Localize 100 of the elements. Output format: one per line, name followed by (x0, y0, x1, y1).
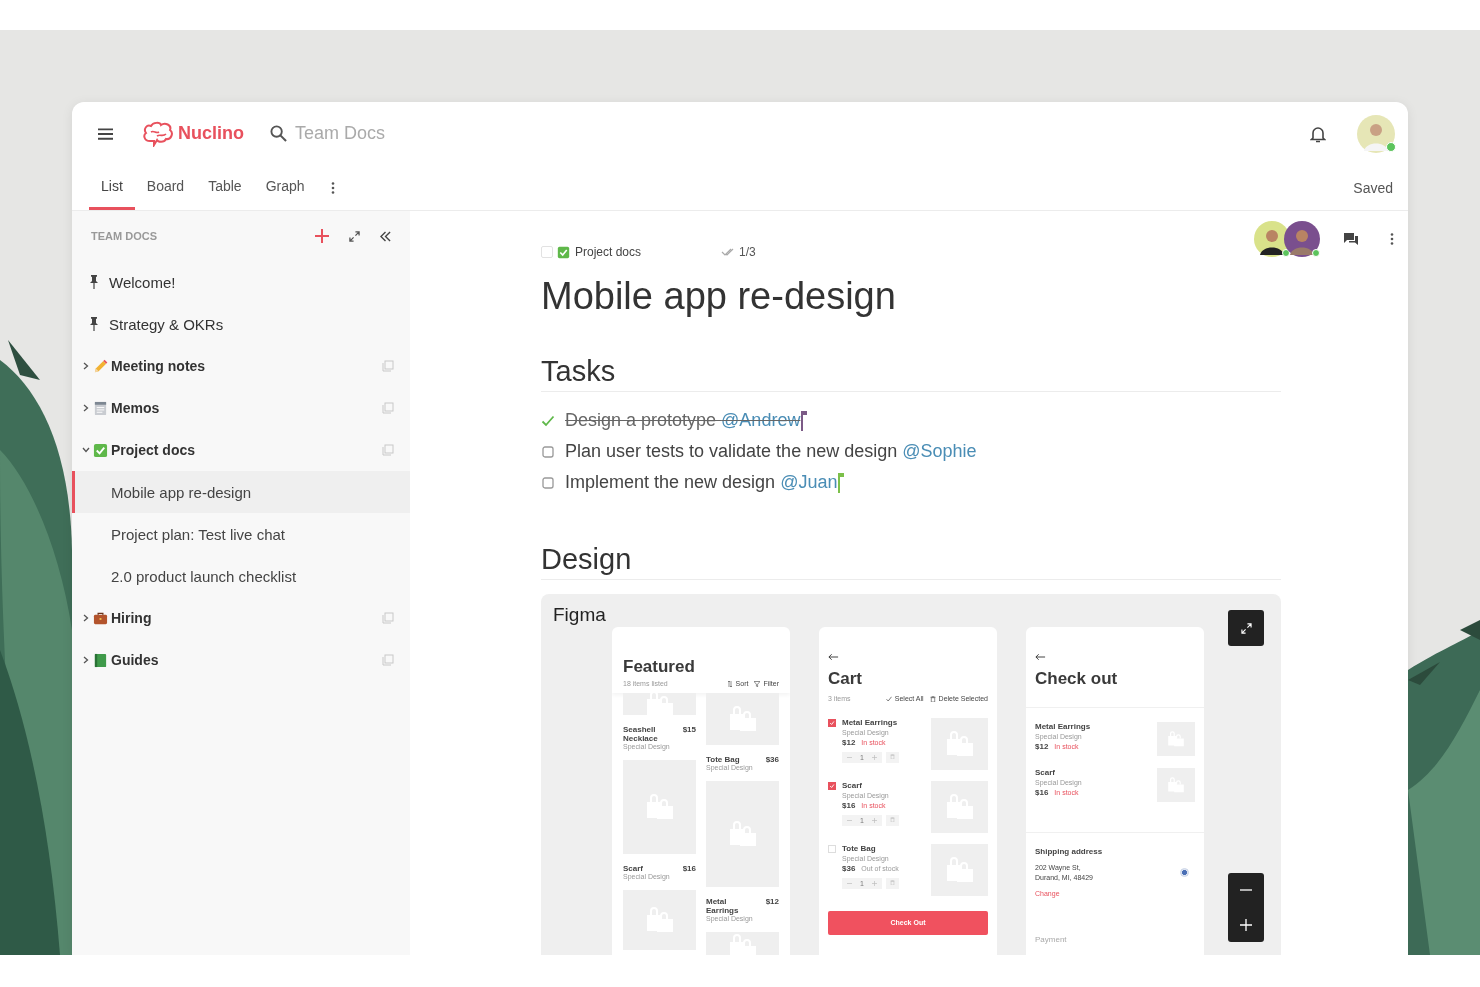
plus-icon (871, 818, 877, 823)
plus-icon (871, 755, 877, 760)
sidebar-item[interactable]: Project plan: Test live chat (72, 513, 410, 555)
product-name: Metal Earrings (842, 718, 898, 727)
product-price: $12 (765, 897, 779, 906)
plus-icon (871, 881, 877, 886)
checkbox[interactable] (541, 475, 555, 490)
product-price: $16 (842, 801, 856, 810)
checkmark-icon (885, 695, 892, 702)
product-price: $16 (682, 864, 696, 873)
minus-icon (847, 755, 852, 760)
section-heading: Design (541, 540, 1281, 580)
screen-title: Check out (1035, 669, 1119, 689)
sidebar-item[interactable]: Hiring (72, 597, 410, 639)
document-title: Mobile app re-design (541, 274, 897, 319)
sidebar-item[interactable]: Meeting notes (72, 345, 410, 387)
trash-icon (889, 754, 895, 759)
pin-icon (89, 317, 99, 331)
product-price: $12 (842, 738, 856, 747)
product-price: $15 (682, 725, 696, 734)
product-name: Metal Earrings (1035, 722, 1092, 731)
task-count: 1/3 (739, 245, 756, 259)
product-name: Scarf (623, 864, 644, 873)
minus-icon (847, 818, 852, 823)
product-name: Metal Earrings (706, 897, 740, 915)
view-tab[interactable]: Board (134, 165, 197, 210)
checkbox[interactable] (541, 444, 555, 459)
task-text: Plan user tests to validate the new design @Sophie (565, 441, 977, 462)
checkmark-icon (721, 248, 736, 256)
back-arrow-icon (1035, 653, 1046, 661)
figma-embed[interactable] (541, 594, 1281, 955)
search-field[interactable]: Team Docs (295, 123, 455, 144)
sidebar-item[interactable]: Mobile app re-design (72, 471, 410, 513)
chevron-icon[interactable] (83, 656, 89, 664)
trash-icon (889, 880, 895, 885)
sidebar-item[interactable]: Memos (72, 387, 410, 429)
product-name: Scarf (842, 781, 862, 790)
checkbox-icon[interactable] (541, 246, 553, 258)
minus-icon (847, 881, 852, 886)
search-icon (270, 125, 287, 142)
product-price: $16 (1035, 788, 1049, 797)
back-arrow-icon (828, 653, 839, 661)
sort-icon (726, 680, 733, 687)
screen-title: Cart (828, 669, 863, 689)
product-price: $12 (1035, 742, 1049, 751)
view-tab[interactable]: Graph (253, 165, 317, 210)
expand-icon (1240, 622, 1252, 634)
section-heading: Payment (1035, 935, 1068, 944)
section-heading: Tasks (541, 352, 1281, 392)
filter-icon (754, 680, 761, 687)
expand-icon[interactable] (349, 230, 360, 242)
trash-icon (929, 695, 936, 702)
chevron-icon[interactable] (82, 447, 90, 453)
mention-link[interactable]: @Andrew (721, 410, 801, 430)
task-text: Design a prototype @Andrew (565, 410, 801, 431)
checkmark-icon[interactable] (541, 413, 555, 428)
checkbox-icon (93, 442, 108, 458)
more-icon[interactable] (330, 181, 335, 194)
trash-icon (889, 817, 895, 822)
section-heading: Shipping address (1035, 847, 1104, 856)
sidebar-item[interactable]: 2.0 product launch checklist (72, 555, 410, 597)
product-name: Tote Bag (706, 755, 741, 764)
screen-title: Featured (623, 657, 696, 677)
checkbox-icon (557, 245, 570, 259)
product-price: $36 (842, 864, 856, 873)
menu-icon[interactable] (98, 127, 113, 140)
sidebar-item[interactable]: Strategy & OKRs (72, 303, 410, 345)
sidebar-item[interactable]: Guides (72, 639, 410, 681)
logo-text: Nuclino (178, 123, 244, 144)
product-name: Tote Bag (842, 844, 876, 853)
embed-label: Figma (553, 604, 606, 626)
sidebar-title: TEAM DOCS (91, 230, 157, 242)
task-text: Implement the new design @Juan (565, 472, 838, 493)
notepad-icon (93, 400, 108, 416)
brain-icon (142, 120, 174, 147)
comments-icon[interactable] (1344, 233, 1358, 245)
view-tab[interactable]: Table (196, 165, 254, 210)
save-status: Saved (1353, 179, 1393, 196)
mention-link[interactable]: @Juan (780, 472, 838, 492)
mention-link[interactable]: @Sophie (902, 441, 977, 461)
pin-icon (89, 275, 99, 289)
zoom-in-icon[interactable] (1240, 918, 1252, 931)
collapse-icon[interactable] (380, 230, 391, 242)
pencil-icon (93, 358, 108, 374)
fullscreen-button[interactable] (1228, 610, 1264, 646)
briefcase-icon (93, 610, 108, 626)
plus-icon[interactable] (315, 229, 329, 243)
book-icon (93, 652, 108, 668)
breadcrumb-link[interactable]: Project docs (557, 245, 642, 259)
bell-icon[interactable] (1310, 124, 1326, 143)
collaborator-avatar[interactable] (1284, 221, 1320, 257)
sidebar-item[interactable]: Project docs (72, 429, 410, 471)
more-icon[interactable] (1390, 233, 1394, 245)
product-price: $36 (765, 755, 779, 764)
product-name: Scarf (1035, 768, 1056, 777)
chevron-icon[interactable] (83, 614, 89, 622)
chevron-icon[interactable] (83, 362, 89, 370)
product-name: Seashell Necklace (623, 725, 659, 743)
sidebar-item[interactable]: Welcome! (72, 261, 410, 303)
chevron-icon[interactable] (83, 404, 89, 412)
